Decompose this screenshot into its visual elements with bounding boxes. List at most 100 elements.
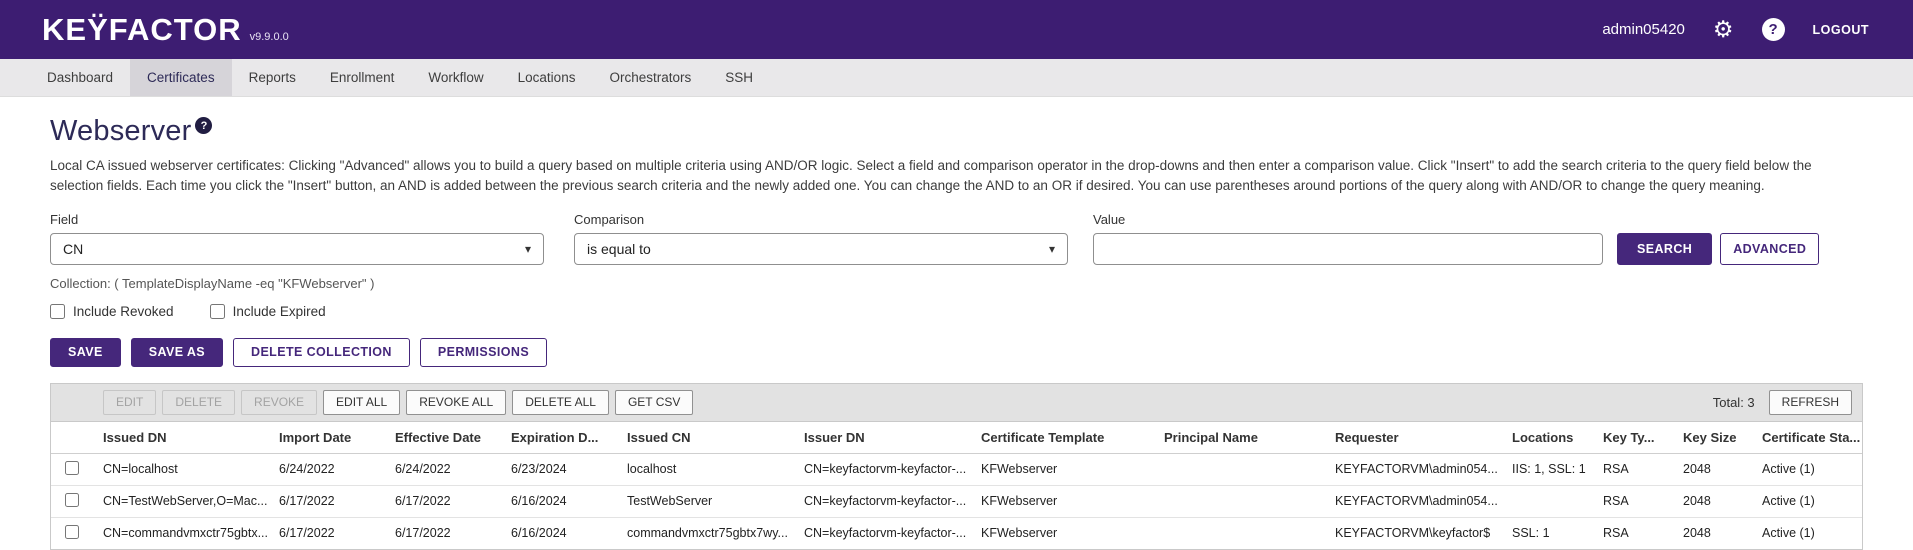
cell-import-date: 6/24/2022 (271, 453, 387, 485)
delete-collection-button[interactable]: DELETE COLLECTION (233, 338, 410, 367)
cell-requester: KEYFACTORVM\admin054... (1327, 485, 1504, 517)
cell-issued-dn: CN=localhost (95, 453, 271, 485)
search-button[interactable]: SEARCH (1617, 233, 1712, 265)
collection-actions: SAVE SAVE AS DELETE COLLECTION PERMISSIO… (50, 338, 1863, 367)
cell-certificate-state: Active (1) (1754, 453, 1862, 485)
app-version: v9.9.0.0 (250, 31, 289, 43)
field-select[interactable]: CN ▾ (50, 233, 544, 265)
comparison-select[interactable]: is equal to ▾ (574, 233, 1068, 265)
collection-query-text: Collection: ( TemplateDisplayName -eq "K… (50, 276, 1863, 291)
refresh-button[interactable]: REFRESH (1769, 390, 1852, 415)
collection-description: Local CA issued webserver certificates: … (50, 156, 1863, 197)
filters-row: Include Revoked Include Expired (50, 304, 1863, 319)
col-issued-dn[interactable]: Issued DN (95, 422, 271, 454)
col-issuer-dn[interactable]: Issuer DN (796, 422, 973, 454)
comparison-select-value: is equal to (587, 241, 651, 257)
table-header-row: Issued DN Import Date Effective Date Exp… (51, 422, 1862, 454)
page-title: Webserver (50, 115, 191, 148)
include-revoked-filter[interactable]: Include Revoked (50, 304, 174, 319)
revoke-all-button[interactable]: REVOKE ALL (406, 390, 506, 415)
field-group: Field CN ▾ (50, 212, 544, 265)
col-principal-name[interactable]: Principal Name (1156, 422, 1327, 454)
select-column-header (51, 422, 95, 454)
cell-key-type: RSA (1595, 485, 1675, 517)
permissions-button[interactable]: PERMISSIONS (420, 338, 547, 367)
row-checkbox[interactable] (65, 525, 79, 539)
gear-icon[interactable]: ⚙ (1713, 18, 1734, 41)
col-issued-cn[interactable]: Issued CN (619, 422, 796, 454)
nav-item-enrollment[interactable]: Enrollment (313, 59, 412, 96)
chevron-down-icon: ▾ (1049, 242, 1055, 256)
title-help-icon[interactable]: ? (195, 117, 212, 134)
help-icon[interactable]: ? (1762, 18, 1785, 41)
include-expired-checkbox[interactable] (210, 304, 225, 319)
cell-effective-date: 6/17/2022 (387, 485, 503, 517)
cell-key-size: 2048 (1675, 485, 1754, 517)
cell-issuer-dn: CN=keyfactorvm-keyfactor-... (796, 485, 973, 517)
nav-item-locations[interactable]: Locations (501, 59, 593, 96)
app-header: KEŸFACTOR v9.9.0.0 admin05420 ⚙ ? LOGOUT (0, 0, 1913, 59)
table-row[interactable]: CN=localhost 6/24/2022 6/24/2022 6/23/20… (51, 453, 1862, 485)
value-group: Value (1093, 212, 1603, 265)
edit-all-button[interactable]: EDIT ALL (323, 390, 400, 415)
header-right: admin05420 ⚙ ? LOGOUT (1602, 18, 1869, 41)
value-input[interactable] (1093, 233, 1603, 265)
col-import-date[interactable]: Import Date (271, 422, 387, 454)
brand: KEŸFACTOR v9.9.0.0 (42, 12, 289, 48)
cell-principal-name (1156, 485, 1327, 517)
edit-button: EDIT (103, 390, 156, 415)
cell-issued-cn: TestWebServer (619, 485, 796, 517)
logout-button[interactable]: LOGOUT (1813, 23, 1869, 37)
main-nav: Dashboard Certificates Reports Enrollmen… (0, 59, 1913, 97)
search-form: Field CN ▾ Comparison is equal to ▾ Valu… (50, 212, 1863, 265)
row-select-cell (51, 485, 95, 517)
row-checkbox[interactable] (65, 493, 79, 507)
nav-item-certificates[interactable]: Certificates (130, 59, 232, 96)
row-select-cell (51, 453, 95, 485)
col-requester[interactable]: Requester (1327, 422, 1504, 454)
grid-toolbar: EDIT DELETE REVOKE EDIT ALL REVOKE ALL D… (51, 384, 1862, 422)
cell-key-size: 2048 (1675, 453, 1754, 485)
cell-expiration-date: 6/23/2024 (503, 453, 619, 485)
cell-requester: KEYFACTORVM\admin054... (1327, 453, 1504, 485)
save-button[interactable]: SAVE (50, 338, 121, 367)
save-as-button[interactable]: SAVE AS (131, 338, 223, 367)
include-revoked-checkbox[interactable] (50, 304, 65, 319)
total-count: Total: 3 (1713, 395, 1755, 410)
table-row[interactable]: CN=TestWebServer,O=Mac... 6/17/2022 6/17… (51, 485, 1862, 517)
current-user[interactable]: admin05420 (1602, 21, 1685, 38)
row-checkbox[interactable] (65, 461, 79, 475)
grid-toolbar-right: Total: 3 REFRESH (1713, 390, 1852, 415)
nav-item-workflow[interactable]: Workflow (411, 59, 500, 96)
col-effective-date[interactable]: Effective Date (387, 422, 503, 454)
certificates-table: Issued DN Import Date Effective Date Exp… (51, 422, 1862, 549)
main-content: Webserver ? Local CA issued webserver ce… (0, 97, 1913, 550)
chevron-down-icon: ▾ (525, 242, 531, 256)
include-expired-filter[interactable]: Include Expired (210, 304, 326, 319)
cell-certificate-state: Active (1) (1754, 485, 1862, 517)
col-expiration-date[interactable]: Expiration D... (503, 422, 619, 454)
col-key-type[interactable]: Key Ty... (1595, 422, 1675, 454)
col-certificate-template[interactable]: Certificate Template (973, 422, 1156, 454)
delete-all-button[interactable]: DELETE ALL (512, 390, 609, 415)
keyfactor-logo[interactable]: KEŸFACTOR (42, 12, 242, 48)
cell-locations (1504, 485, 1595, 517)
certificates-grid-panel: EDIT DELETE REVOKE EDIT ALL REVOKE ALL D… (50, 383, 1863, 550)
nav-item-dashboard[interactable]: Dashboard (30, 59, 130, 96)
cell-certificate-template: KFWebserver (973, 453, 1156, 485)
get-csv-button[interactable]: GET CSV (615, 390, 693, 415)
nav-item-reports[interactable]: Reports (232, 59, 313, 96)
advanced-button[interactable]: ADVANCED (1720, 233, 1819, 265)
cell-effective-date: 6/24/2022 (387, 453, 503, 485)
col-key-size[interactable]: Key Size (1675, 422, 1754, 454)
nav-item-orchestrators[interactable]: Orchestrators (592, 59, 708, 96)
nav-item-ssh[interactable]: SSH (708, 59, 770, 96)
cell-key-type: RSA (1595, 453, 1675, 485)
grid-toolbar-buttons: EDIT DELETE REVOKE EDIT ALL REVOKE ALL D… (103, 390, 693, 415)
cell-certificate-template: KFWebserver (973, 485, 1156, 517)
col-locations[interactable]: Locations (1504, 422, 1595, 454)
col-certificate-state[interactable]: Certificate Sta... (1754, 422, 1862, 454)
cell-issued-cn: localhost (619, 453, 796, 485)
delete-button: DELETE (162, 390, 235, 415)
include-expired-label: Include Expired (233, 304, 326, 319)
